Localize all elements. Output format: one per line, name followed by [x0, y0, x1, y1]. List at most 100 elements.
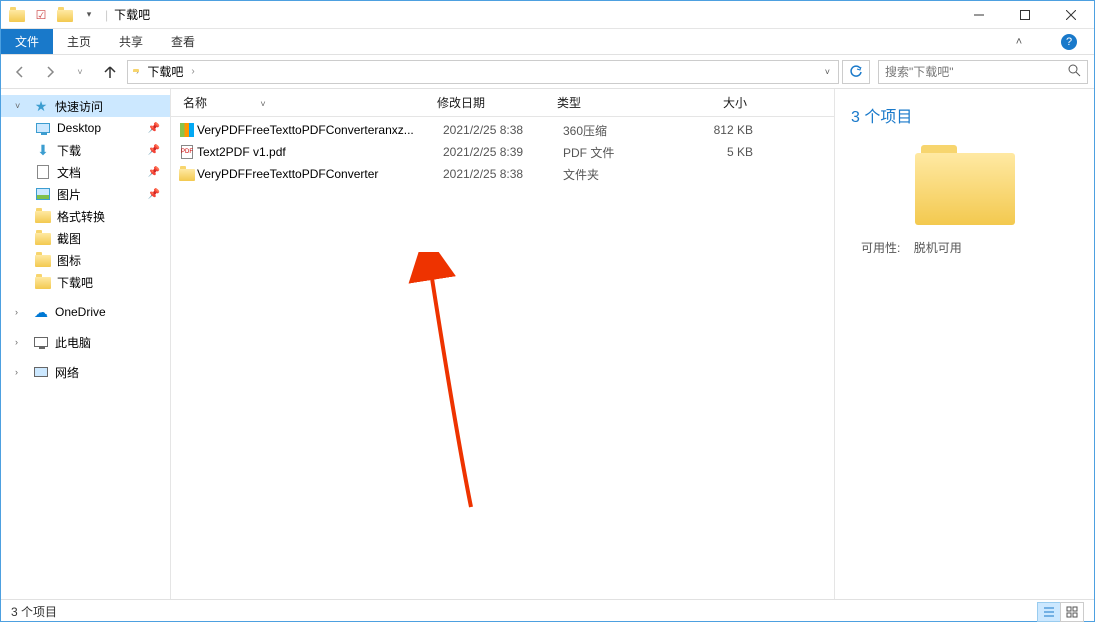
sidebar-item-folder[interactable]: 图标 [1, 249, 170, 271]
column-header-date[interactable]: 修改日期 [437, 94, 557, 111]
search-box[interactable]: 搜索"下载吧" [878, 60, 1088, 84]
tab-home[interactable]: 主页 [53, 29, 105, 54]
sidebar-item-desktop[interactable]: Desktop 📌 [1, 117, 170, 139]
file-row[interactable]: VeryPDFFreeTexttoPDFConverteranxz... 202… [171, 119, 834, 141]
address-bar[interactable]: › 下载吧 › ˅ [127, 60, 839, 84]
view-icons-button[interactable] [1060, 602, 1084, 622]
arrow-left-icon [12, 64, 28, 80]
sidebar-item-label: 截图 [57, 230, 81, 247]
folder-icon [7, 5, 27, 25]
zip-icon [177, 123, 197, 137]
document-icon [35, 164, 51, 180]
new-folder-icon[interactable] [55, 5, 75, 25]
pin-icon: 📌 [148, 189, 160, 200]
maximize-icon [1020, 10, 1030, 20]
sidebar-item-pictures[interactable]: 图片 📌 [1, 183, 170, 205]
tab-share[interactable]: 共享 [105, 29, 157, 54]
title-bar: ☑ ▾ | 下载吧 [1, 1, 1094, 29]
folder-icon [177, 167, 197, 181]
minimize-button[interactable] [956, 1, 1002, 29]
chevron-right-icon[interactable]: › [136, 66, 139, 77]
tab-file[interactable]: 文件 [1, 29, 53, 54]
window-title: 下载吧 [114, 6, 150, 23]
chevron-down-icon[interactable]: ˅ [15, 101, 27, 111]
status-bar: 3 个项目 [1, 599, 1094, 623]
sidebar-label: 此电脑 [55, 334, 91, 351]
up-button[interactable] [97, 59, 123, 85]
breadcrumb-current[interactable]: 下载吧 [143, 63, 187, 80]
help-icon: ? [1061, 34, 1077, 50]
navigation-pane: ˅ ★ 快速访问 Desktop 📌 ⬇ 下载 📌 文档 📌 图片 📌 格式转换 [1, 89, 171, 599]
sidebar-quick-access[interactable]: ˅ ★ 快速访问 [1, 95, 170, 117]
search-icon[interactable] [1067, 63, 1081, 80]
column-header-size[interactable]: 大小 [677, 94, 767, 111]
folder-icon [35, 208, 51, 224]
sidebar-item-downloads[interactable]: ⬇ 下载 📌 [1, 139, 170, 161]
sidebar-item-folder[interactable]: 下载吧 [1, 271, 170, 293]
sort-indicator-icon: ˅ [260, 99, 265, 109]
folder-icon [35, 252, 51, 268]
file-row[interactable]: VeryPDFFreeTexttoPDFConverter 2021/2/25 … [171, 163, 834, 185]
file-type: 文件夹 [563, 166, 683, 183]
close-button[interactable] [1048, 1, 1094, 29]
sidebar-onedrive[interactable]: › ☁ OneDrive [1, 301, 170, 323]
sidebar-this-pc[interactable]: › 此电脑 [1, 331, 170, 353]
network-icon [33, 364, 49, 380]
column-headers: 名称 ˅ 修改日期 类型 大小 [171, 89, 834, 117]
pin-icon: 📌 [148, 145, 160, 156]
details-pane: 3 个项目 可用性: 脱机可用 [834, 89, 1094, 599]
view-details-button[interactable] [1037, 602, 1061, 622]
address-dropdown-icon[interactable]: ˅ [821, 67, 834, 77]
pin-icon: 📌 [148, 123, 160, 134]
file-date: 2021/2/25 8:39 [443, 145, 563, 159]
sidebar-item-label: Desktop [57, 121, 101, 135]
file-date: 2021/2/25 8:38 [443, 123, 563, 137]
help-button[interactable]: ? [1044, 29, 1094, 54]
arrow-right-icon [42, 64, 58, 80]
properties-icon[interactable]: ☑ [31, 5, 51, 25]
sidebar-item-label: 文档 [57, 164, 81, 181]
refresh-button[interactable] [842, 60, 870, 84]
meta-label: 可用性: [861, 241, 900, 255]
pin-icon: 📌 [148, 167, 160, 178]
file-size: 812 KB [683, 123, 773, 137]
chevron-right-icon[interactable]: › [15, 307, 27, 317]
ribbon-expand-button[interactable]: ˄ [994, 29, 1044, 54]
status-text: 3 个项目 [11, 603, 57, 620]
sidebar-item-label: 图片 [57, 186, 81, 203]
chevron-right-icon[interactable]: › [15, 367, 27, 377]
recent-button[interactable]: ˅ [67, 59, 93, 85]
picture-icon [35, 186, 51, 202]
column-header-name[interactable]: 名称 ˅ [177, 94, 437, 111]
chevron-right-icon[interactable]: › [191, 66, 194, 77]
details-meta: 可用性: 脱机可用 [851, 239, 1078, 256]
download-icon: ⬇ [35, 142, 51, 158]
cloud-icon: ☁ [33, 304, 49, 320]
tab-view[interactable]: 查看 [157, 29, 209, 54]
meta-value: 脱机可用 [914, 241, 962, 255]
annotation-arrow [361, 252, 481, 512]
sidebar-label: 网络 [55, 364, 79, 381]
file-list: VeryPDFFreeTexttoPDFConverteranxz... 202… [171, 117, 834, 599]
quick-access-toolbar: ☑ ▾ [1, 5, 105, 25]
sidebar-item-folder[interactable]: 格式转换 [1, 205, 170, 227]
maximize-button[interactable] [1002, 1, 1048, 29]
arrow-up-icon [102, 64, 118, 80]
sidebar-item-label: 格式转换 [57, 208, 105, 225]
chevron-right-icon[interactable]: › [15, 337, 27, 347]
sidebar-item-folder[interactable]: 截图 [1, 227, 170, 249]
content-pane: 名称 ˅ 修改日期 类型 大小 VeryPDFFreeTexttoPDFConv… [171, 89, 834, 599]
column-header-type[interactable]: 类型 [557, 94, 677, 111]
pc-icon [33, 334, 49, 350]
forward-button[interactable] [37, 59, 63, 85]
minimize-icon [974, 10, 984, 20]
back-button[interactable] [7, 59, 33, 85]
qat-dropdown-icon[interactable]: ▾ [79, 5, 99, 25]
file-date: 2021/2/25 8:38 [443, 167, 563, 181]
star-icon: ★ [33, 98, 49, 114]
file-size: 5 KB [683, 145, 773, 159]
file-row[interactable]: PDF Text2PDF v1.pdf 2021/2/25 8:39 PDF 文… [171, 141, 834, 163]
sidebar-network[interactable]: › 网络 [1, 361, 170, 383]
sidebar-item-documents[interactable]: 文档 📌 [1, 161, 170, 183]
close-icon [1066, 10, 1076, 20]
